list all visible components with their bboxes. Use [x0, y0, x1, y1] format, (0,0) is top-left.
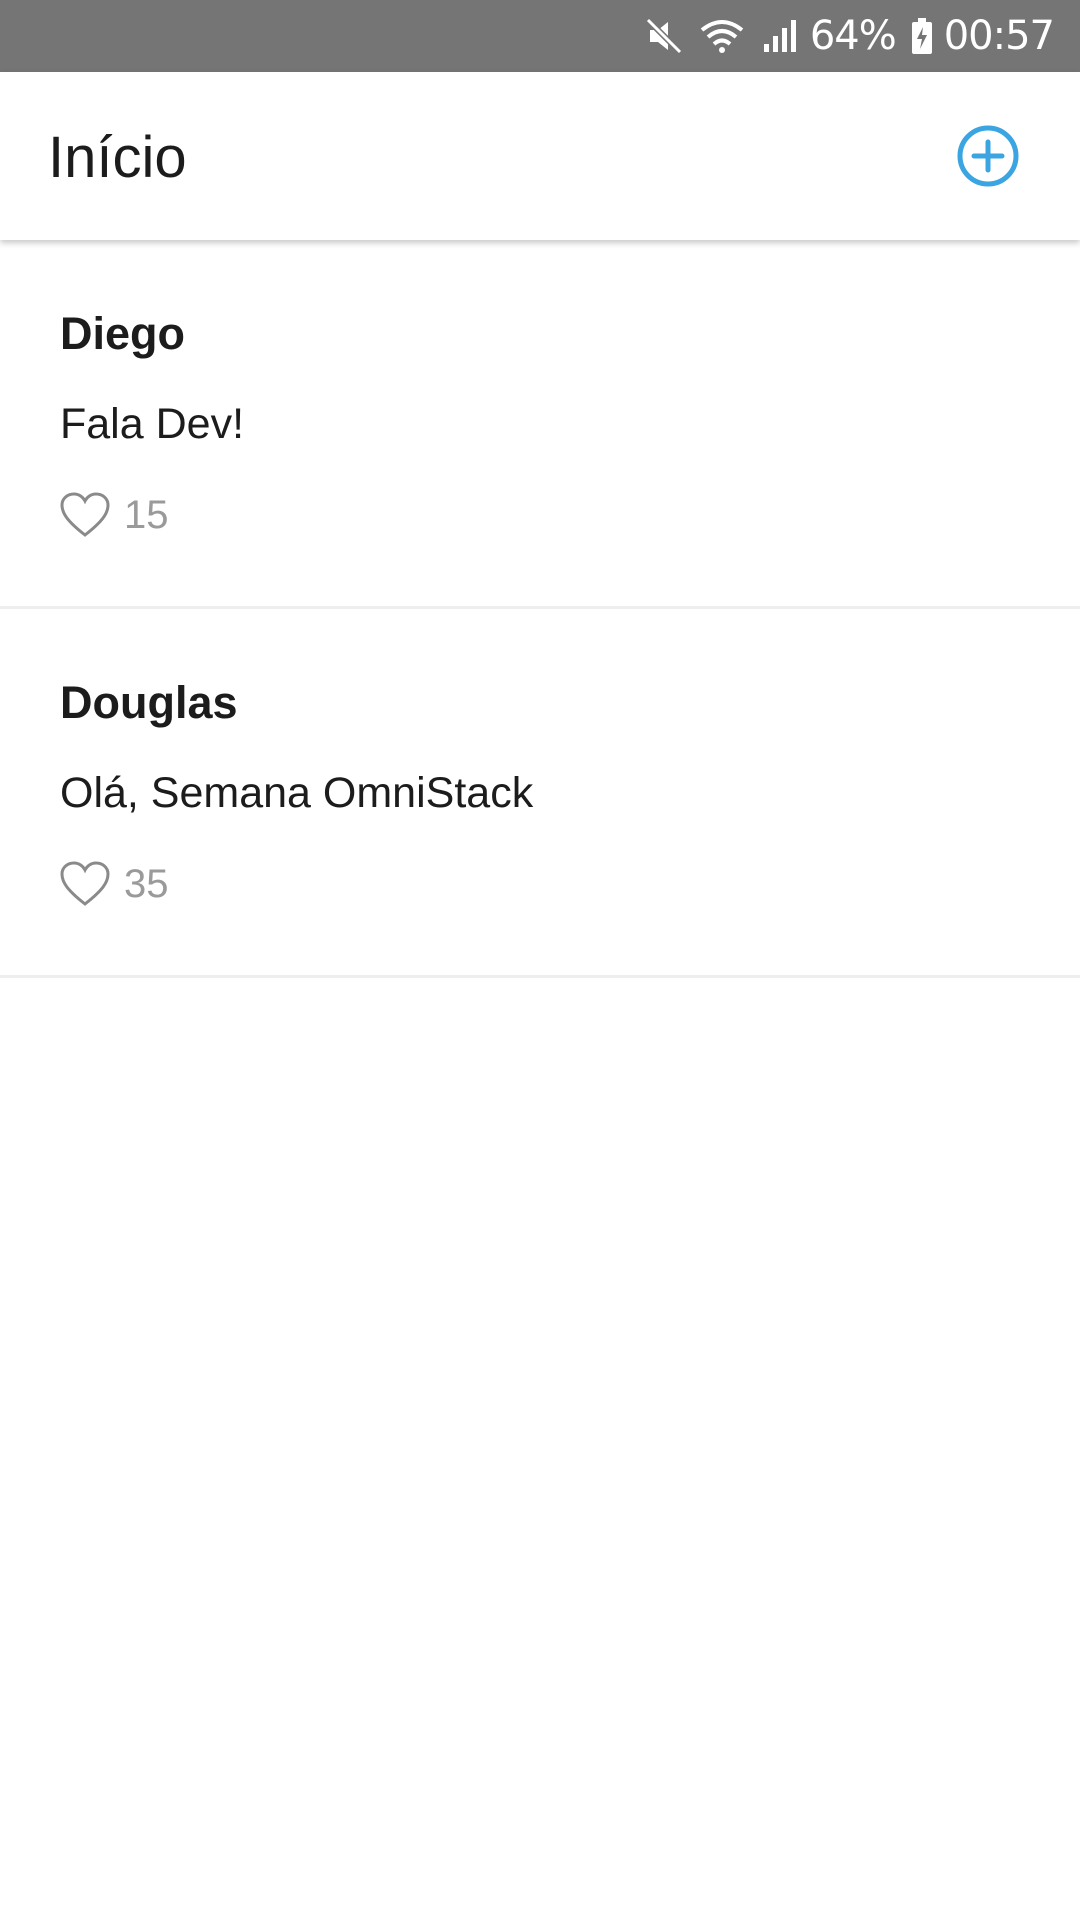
- wifi-icon: [698, 16, 746, 56]
- like-count: 15: [124, 492, 169, 537]
- like-button[interactable]: [58, 857, 112, 911]
- like-button[interactable]: [58, 488, 112, 542]
- status-bar: 64% 00:57: [0, 0, 1080, 72]
- post-list: Diego Fala Dev! 15 Douglas Olá, Semana O…: [0, 240, 1080, 978]
- page-title: Início: [48, 125, 187, 190]
- post-content: Olá, Semana OmniStack: [60, 769, 534, 817]
- battery-percent: 64%: [809, 13, 897, 59]
- post-author: Douglas: [60, 677, 238, 728]
- mute-icon: [644, 16, 684, 56]
- battery-charging-icon: [910, 16, 934, 56]
- list-item: Douglas Olá, Semana OmniStack 35: [0, 609, 1080, 978]
- plus-circle-icon: [957, 125, 1019, 187]
- like-row: 15: [58, 488, 169, 542]
- signal-icon: [760, 16, 800, 56]
- heart-icon: [60, 492, 110, 537]
- post-content: Fala Dev!: [60, 400, 245, 448]
- app-header: Início: [0, 72, 1080, 240]
- clock: 00:57: [943, 13, 1055, 59]
- list-item: Diego Fala Dev! 15: [0, 240, 1080, 609]
- post-author: Diego: [60, 308, 186, 359]
- heart-icon: [60, 861, 110, 906]
- add-post-button[interactable]: [956, 124, 1020, 188]
- like-row: 35: [58, 857, 169, 911]
- like-count: 35: [124, 861, 169, 906]
